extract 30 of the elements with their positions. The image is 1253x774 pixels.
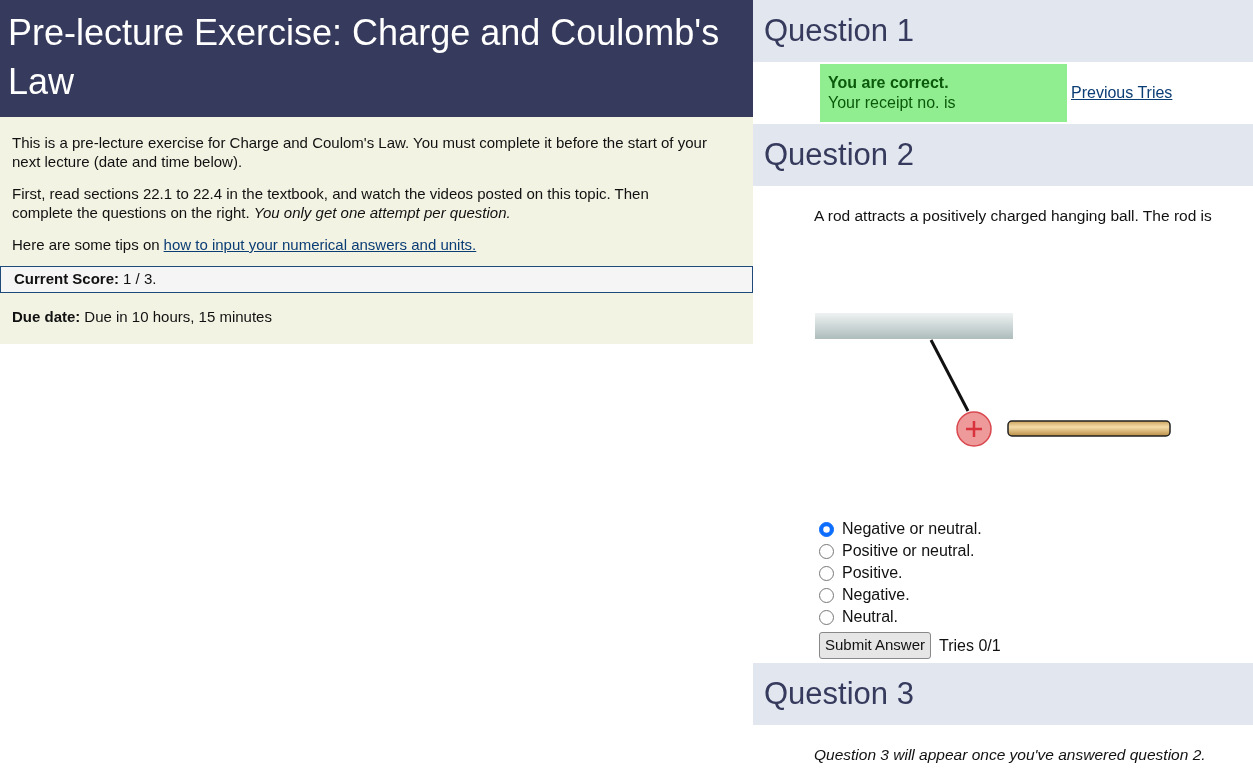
radio-button[interactable] xyxy=(819,609,834,625)
page-title: Pre-lecture Exercise: Charge and Coulomb's Law xyxy=(0,0,753,117)
option-label: Negative or neutral. xyxy=(842,519,982,540)
tips-text: Here are some tips on xyxy=(12,234,160,255)
option-label: Negative. xyxy=(842,585,910,606)
score-label: Current Score: xyxy=(14,269,120,290)
instruction-text: This is a pre-lecture exercise for Charge and Coulom's Law. You must complete it before the start of your next lecture (date and time below). xyxy=(12,132,708,172)
previous-tries-link[interactable]: Previous Tries xyxy=(1071,81,1173,105)
positive-ball-icon xyxy=(956,411,992,447)
radio-button[interactable] xyxy=(819,521,834,537)
radio-button[interactable] xyxy=(819,565,834,581)
question-title: Question 1 xyxy=(753,0,1253,62)
question-text: A rod attracts a positively charged hanging ball. The rod is xyxy=(813,206,1213,226)
question-title: Question 3 xyxy=(753,662,1253,725)
option-label: Positive or neutral. xyxy=(842,541,975,562)
radio-button[interactable] xyxy=(819,543,834,559)
question-title: Question 2 xyxy=(753,124,1253,186)
score-value: 1 / 3. xyxy=(123,269,157,290)
option-label: Positive. xyxy=(842,563,903,584)
feedback-text: Your receipt no. is xyxy=(828,93,957,113)
tries-count: Tries 0/1 xyxy=(939,635,1001,656)
due-date-value: Due in 10 hours, 15 minutes xyxy=(84,306,272,327)
instruction-text: First, read sections 22.1 to 22.4 in the textbook, and watch the videos posted on this topic. Then complete the questions on the right. You only get one attempt per question. xyxy=(12,183,650,223)
submit-answer-button[interactable]: Submit Answer xyxy=(819,632,932,659)
option-label: Neutral. xyxy=(842,607,899,628)
question-note: Question 3 will appear once you've answered question 2. xyxy=(813,744,1207,765)
tips-link[interactable]: how to input your numerical answers and units. xyxy=(163,234,477,255)
due-date-label: Due date: xyxy=(12,306,81,327)
feedback-title: You are correct. xyxy=(828,73,950,93)
radio-button[interactable] xyxy=(819,587,834,603)
